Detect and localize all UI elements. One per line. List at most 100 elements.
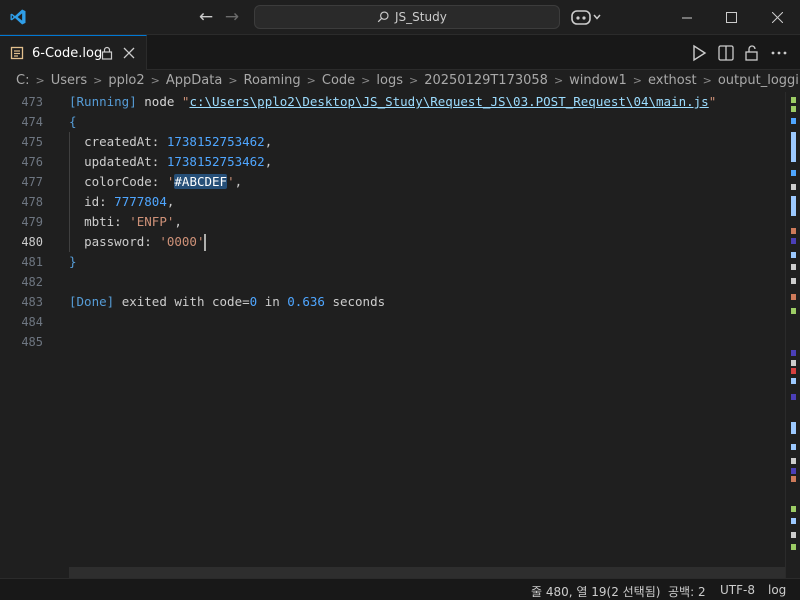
line-number: 484: [21, 315, 43, 329]
status-bar: 줄 480, 열 19(2 선택됨) 공백: 2 UTF-8 log: [0, 578, 800, 600]
key-id: id:: [84, 194, 107, 209]
ruler-mark: [791, 394, 796, 400]
minimize-icon: [681, 17, 692, 19]
code-line: id: 7777804,: [84, 194, 175, 209]
ruler-mark: [791, 360, 796, 366]
indent-guide: [69, 132, 70, 252]
done-text: in: [264, 294, 280, 309]
ruler-mark: [791, 184, 796, 190]
line-number: 478: [21, 195, 43, 209]
ruler-mark: [791, 532, 796, 538]
breadcrumb-item[interactable]: AppData: [166, 73, 222, 88]
code-line: }: [69, 252, 77, 272]
key-password: password:: [84, 234, 152, 249]
copilot-icon[interactable]: [571, 8, 603, 26]
search-text: JS_Study: [395, 10, 447, 24]
line-number: 482: [21, 275, 43, 289]
breadcrumb-item[interactable]: exthost: [648, 73, 697, 88]
key-colorCode: colorCode:: [84, 174, 160, 189]
run-command: node: [144, 94, 175, 109]
split-editor-icon[interactable]: [717, 44, 735, 62]
ruler-mark: [791, 368, 796, 374]
back-arrow-icon[interactable]: ←: [196, 7, 216, 27]
ruler-mark: [791, 228, 796, 234]
breadcrumb-item[interactable]: Roaming: [244, 73, 301, 88]
ruler-mark: [791, 238, 796, 244]
breadcrumb-item[interactable]: logs: [376, 73, 403, 88]
text-cursor: [204, 234, 207, 251]
done-text: exited with code=: [121, 294, 250, 309]
ruler-mark: [791, 544, 796, 550]
done-tag: [Done]: [69, 294, 115, 309]
editor[interactable]: 473 474 475 476 477 478 479 480 481 482 …: [0, 92, 785, 567]
ruler-mark: [791, 264, 796, 270]
breadcrumb-item[interactable]: Users: [51, 73, 87, 88]
tab-bar: 6-Code.log: [0, 35, 800, 70]
ruler-mark: [791, 476, 796, 482]
breadcrumb-item[interactable]: window1: [569, 73, 627, 88]
horizontal-scrollbar[interactable]: [69, 567, 785, 578]
ruler-mark: [791, 468, 796, 474]
close-window-button[interactable]: [754, 0, 800, 35]
line-number: 473: [21, 95, 43, 109]
ruler-mark: [791, 252, 796, 258]
tab-6-code-log[interactable]: 6-Code.log: [0, 35, 147, 70]
minimize-button[interactable]: [664, 0, 710, 35]
ruler-mark: [791, 506, 796, 512]
overview-ruler[interactable]: [785, 92, 800, 578]
line-number: 481: [21, 255, 43, 269]
line-number: 475: [21, 135, 43, 149]
code-line: colorCode: '#ABCDEF',: [84, 174, 243, 189]
ruler-mark: [791, 294, 796, 300]
close-tab-icon[interactable]: [122, 46, 136, 60]
line-number: 485: [21, 335, 43, 349]
title-bar: ← → JS_Study: [0, 0, 800, 35]
more-actions-icon[interactable]: [770, 44, 788, 62]
chevron-right-icon: >: [306, 74, 316, 87]
code-line: mbti: 'ENFP',: [84, 214, 182, 229]
ruler-mark: [791, 378, 796, 384]
line-number-active: 480: [21, 235, 43, 249]
breadcrumb-item[interactable]: 20250129T173058: [424, 73, 548, 88]
unlock-icon[interactable]: [743, 44, 761, 62]
value-updatedAt: 1738152753462: [166, 154, 265, 169]
line-number: 474: [21, 115, 43, 129]
breadcrumb-item[interactable]: C:: [16, 73, 29, 88]
breadcrumb-item[interactable]: output_logging_20250129T173105: [718, 73, 800, 88]
chevron-right-icon: >: [632, 74, 642, 87]
line-number: 477: [21, 175, 43, 189]
run-icon[interactable]: [690, 44, 708, 62]
file-path-link[interactable]: c:\Users\pplo2\Desktop\JS_Study\Request_…: [189, 94, 708, 109]
lock-icon: [101, 46, 113, 60]
ruler-mark: [791, 196, 796, 216]
breadcrumb-item[interactable]: pplo2: [108, 73, 144, 88]
code-line: createdAt: 1738152753462,: [84, 134, 273, 149]
ruler-mark: [791, 278, 796, 284]
breadcrumb-item[interactable]: Code: [322, 73, 355, 88]
running-tag: [Running]: [69, 94, 137, 109]
key-mbti: mbti:: [84, 214, 122, 229]
ruler-mark: [791, 350, 796, 356]
tab-label: 6-Code.log: [32, 46, 103, 61]
command-center-search[interactable]: JS_Study: [254, 5, 560, 29]
line-number: 483: [21, 295, 43, 309]
line-number: 479: [21, 215, 43, 229]
language-mode[interactable]: log: [768, 583, 786, 597]
encoding-setting[interactable]: UTF-8: [720, 583, 755, 597]
code-line: updatedAt: 1738152753462,: [84, 154, 273, 169]
ruler-mark: [791, 518, 796, 524]
maximize-button[interactable]: [708, 0, 754, 35]
code-line: [Running] node "c:\Users\pplo2\Desktop\J…: [69, 94, 717, 109]
cursor-position[interactable]: 줄 480, 열 19(2 선택됨): [531, 583, 660, 600]
line-number: 476: [21, 155, 43, 169]
done-text: seconds: [332, 294, 386, 309]
forward-arrow-icon[interactable]: →: [222, 7, 242, 27]
indentation-setting[interactable]: 공백: 2: [668, 583, 706, 600]
close-brace: }: [69, 254, 77, 269]
chevron-right-icon: >: [228, 74, 238, 87]
chevron-right-icon: >: [361, 74, 371, 87]
close-icon: [771, 12, 783, 23]
open-brace: {: [69, 114, 77, 129]
ruler-mark: [791, 132, 796, 162]
elapsed-time: 0.636: [287, 294, 325, 309]
